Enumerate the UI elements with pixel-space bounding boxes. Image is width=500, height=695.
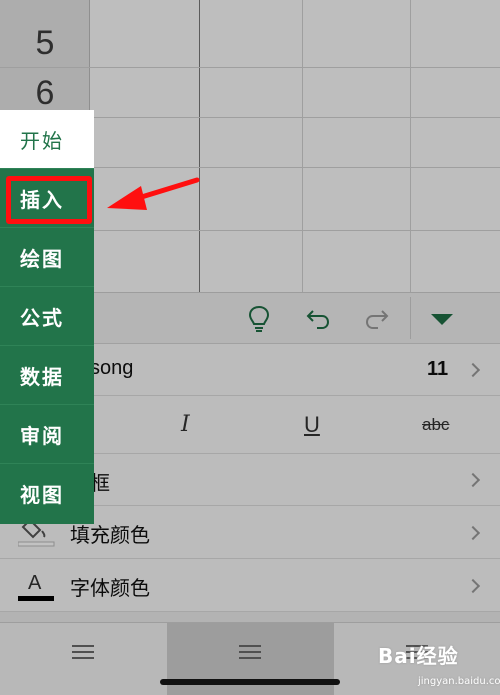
font-size-value[interactable]: 11 bbox=[427, 358, 448, 381]
ribbon-tab-menu: 开始 插入 绘图 公式 数据 审阅 视图 bbox=[0, 110, 94, 524]
tab-home[interactable]: 开始 bbox=[0, 110, 94, 169]
strikethrough-button[interactable]: abc bbox=[422, 415, 449, 435]
tab-label: 数据 bbox=[20, 365, 64, 389]
chevron-right-icon bbox=[465, 362, 481, 378]
watermark-logo: Bai经验 bbox=[378, 644, 459, 668]
tab-label: 开始 bbox=[20, 129, 64, 153]
toolbar-separator bbox=[410, 297, 411, 339]
tab-label: 绘图 bbox=[20, 247, 64, 271]
font-name-value: song bbox=[90, 357, 134, 379]
tab-label: 公式 bbox=[20, 306, 64, 330]
menu-icon bbox=[239, 645, 261, 659]
undo-icon[interactable] bbox=[302, 303, 334, 335]
italic-button[interactable]: I bbox=[181, 412, 190, 437]
home-indicator bbox=[160, 679, 340, 685]
tab-view[interactable]: 视图 bbox=[0, 464, 94, 523]
tab-review[interactable]: 审阅 bbox=[0, 405, 94, 464]
column-divider bbox=[410, 0, 411, 292]
row-divider bbox=[0, 67, 500, 68]
font-color-row[interactable]: A 字体颜色 bbox=[0, 559, 500, 612]
red-arrow-icon bbox=[105, 172, 200, 224]
tab-label: 视图 bbox=[20, 483, 64, 507]
menu-icon bbox=[72, 645, 94, 659]
chevron-right-icon bbox=[465, 525, 481, 541]
column-divider bbox=[302, 0, 303, 292]
tab-label: 审阅 bbox=[20, 424, 64, 448]
watermark-url: jingyan.baidu.com bbox=[418, 676, 500, 687]
watermark: Bai经验 jingyan.baidu.com bbox=[378, 640, 500, 687]
svg-text:A: A bbox=[28, 572, 42, 594]
redo-icon[interactable] bbox=[361, 303, 393, 335]
bottom-tab-1[interactable] bbox=[0, 623, 167, 695]
font-color-label: 字体颜色 bbox=[70, 576, 150, 600]
highlight-box bbox=[6, 176, 92, 224]
chevron-right-icon bbox=[465, 578, 481, 594]
font-color-icon: A bbox=[18, 567, 54, 607]
underline-button[interactable]: U bbox=[304, 412, 320, 438]
tab-formulas[interactable]: 公式 bbox=[0, 287, 94, 346]
tab-draw[interactable]: 绘图 bbox=[0, 228, 94, 287]
chevron-right-icon bbox=[465, 472, 481, 488]
column-divider bbox=[199, 0, 200, 292]
row-number-6: 6 bbox=[35, 74, 55, 112]
tab-data[interactable]: 数据 bbox=[0, 346, 94, 405]
lightbulb-icon[interactable] bbox=[243, 303, 275, 335]
row-number-5: 5 bbox=[35, 24, 55, 62]
collapse-triangle-icon[interactable] bbox=[426, 303, 458, 335]
